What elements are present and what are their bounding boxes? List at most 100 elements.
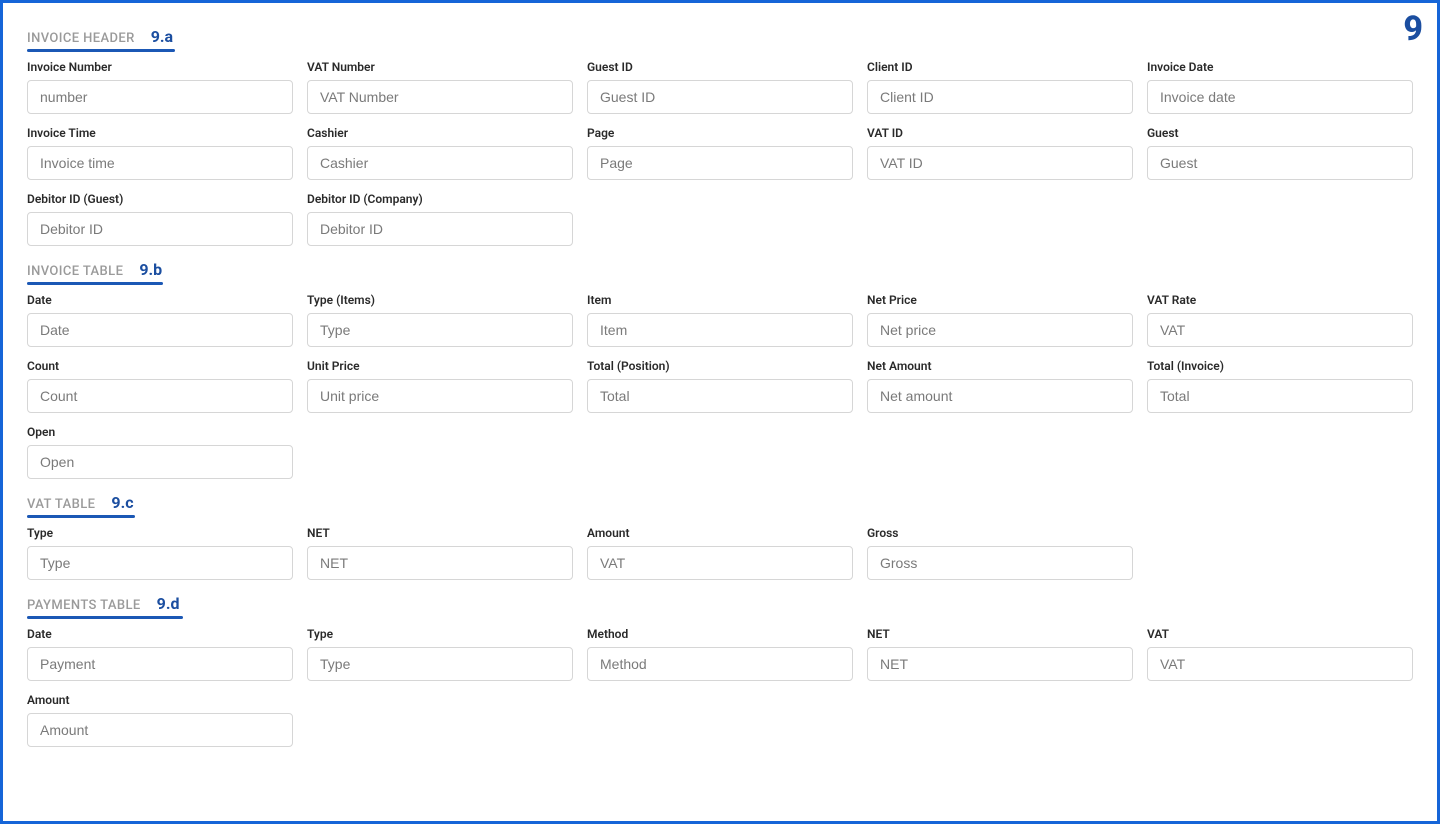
field-label: Guest ID [587,60,853,74]
field-net: NET [307,526,573,580]
field-total-invoice: Total (Invoice) [1147,359,1413,413]
page-input[interactable] [587,146,853,180]
field-vat: VAT [1147,627,1413,681]
grid-invoice-table: Date Type (Items) Item Net Price VAT Rate Cou… [27,293,1413,479]
section-head-invoice-table: INVOICE TABLE 9.b [27,260,1413,279]
field-label: Debitor ID (Guest) [27,192,293,206]
field-label: Open [27,425,293,439]
field-label: Debitor ID (Company) [307,192,573,206]
field-label: Page [587,126,853,140]
field-label: Invoice Time [27,126,293,140]
invoice-number-input[interactable] [27,80,293,114]
section-annotation: 9.d [157,594,180,613]
vat-number-input[interactable] [307,80,573,114]
vat-id-input[interactable] [867,146,1133,180]
field-amount: Amount [587,526,853,580]
field-label: Net Price [867,293,1133,307]
section-annotation: 9.c [111,493,133,512]
count-input[interactable] [27,379,293,413]
net-amount-input[interactable] [867,379,1133,413]
field-type: Type [27,526,293,580]
field-label: Amount [587,526,853,540]
section-underline [27,282,163,285]
field-unit-price: Unit Price [307,359,573,413]
client-id-input[interactable] [867,80,1133,114]
field-vat-rate: VAT Rate [1147,293,1413,347]
total-invoice-input[interactable] [1147,379,1413,413]
net-input[interactable] [307,546,573,580]
field-invoice-number: Invoice Number [27,60,293,114]
field-count: Count [27,359,293,413]
open-input[interactable] [27,445,293,479]
guest-id-input[interactable] [587,80,853,114]
date-input[interactable] [27,647,293,681]
field-label: Date [27,293,293,307]
vat-rate-input[interactable] [1147,313,1413,347]
field-label: VAT Rate [1147,293,1413,307]
field-label: Invoice Number [27,60,293,74]
amount-input[interactable] [27,713,293,747]
field-label: Unit Price [307,359,573,373]
field-label: Total (Invoice) [1147,359,1413,373]
field-debitor-id-guest: Debitor ID (Guest) [27,192,293,246]
field-label: Cashier [307,126,573,140]
field-label: NET [867,627,1133,641]
debitor-id-guest-input[interactable] [27,212,293,246]
field-type-items: Type (Items) [307,293,573,347]
field-debitor-id-company: Debitor ID (Company) [307,192,573,246]
section-underline [27,49,175,52]
date-input[interactable] [27,313,293,347]
field-method: Method [587,627,853,681]
field-label: Type [307,627,573,641]
field-vat-number: VAT Number [307,60,573,114]
total-position-input[interactable] [587,379,853,413]
section-annotation: 9.b [139,260,162,279]
section-title: VAT TABLE [27,497,95,512]
section-head-invoice-header: INVOICE HEADER 9.a [27,27,1413,46]
field-total-position: Total (Position) [587,359,853,413]
field-label: NET [307,526,573,540]
vat-input[interactable] [1147,647,1413,681]
type-input[interactable] [27,546,293,580]
field-label: Total (Position) [587,359,853,373]
field-client-id: Client ID [867,60,1133,114]
section-title: PAYMENTS TABLE [27,598,141,613]
section-underline [27,616,183,619]
type-items-input[interactable] [307,313,573,347]
field-label: Item [587,293,853,307]
type-input[interactable] [307,647,573,681]
amount-input[interactable] [587,546,853,580]
field-guest: Guest [1147,126,1413,180]
debitor-id-company-input[interactable] [307,212,573,246]
gross-input[interactable] [867,546,1133,580]
unit-price-input[interactable] [307,379,573,413]
guest-input[interactable] [1147,146,1413,180]
item-input[interactable] [587,313,853,347]
net-price-input[interactable] [867,313,1133,347]
field-label: Invoice Date [1147,60,1413,74]
section-underline [27,515,135,518]
field-label: Method [587,627,853,641]
field-guest-id: Guest ID [587,60,853,114]
field-date: Date [27,627,293,681]
section-title: INVOICE TABLE [27,264,123,279]
field-cashier: Cashier [307,126,573,180]
field-label: Type (Items) [307,293,573,307]
field-open: Open [27,425,293,479]
cashier-input[interactable] [307,146,573,180]
section-head-vat-table: VAT TABLE 9.c [27,493,1413,512]
content-area: INVOICE HEADER 9.a Invoice Number VAT Num… [3,3,1437,775]
field-label: Date [27,627,293,641]
field-label: Net Amount [867,359,1133,373]
field-net-amount: Net Amount [867,359,1133,413]
net-input[interactable] [867,647,1133,681]
invoice-time-input[interactable] [27,146,293,180]
field-label: Gross [867,526,1133,540]
field-invoice-date: Invoice Date [1147,60,1413,114]
grid-invoice-header: Invoice Number VAT Number Guest ID Client I… [27,60,1413,246]
section-head-payments-table: PAYMENTS TABLE 9.d [27,594,1413,613]
field-label: Type [27,526,293,540]
field-gross: Gross [867,526,1133,580]
method-input[interactable] [587,647,853,681]
invoice-date-input[interactable] [1147,80,1413,114]
